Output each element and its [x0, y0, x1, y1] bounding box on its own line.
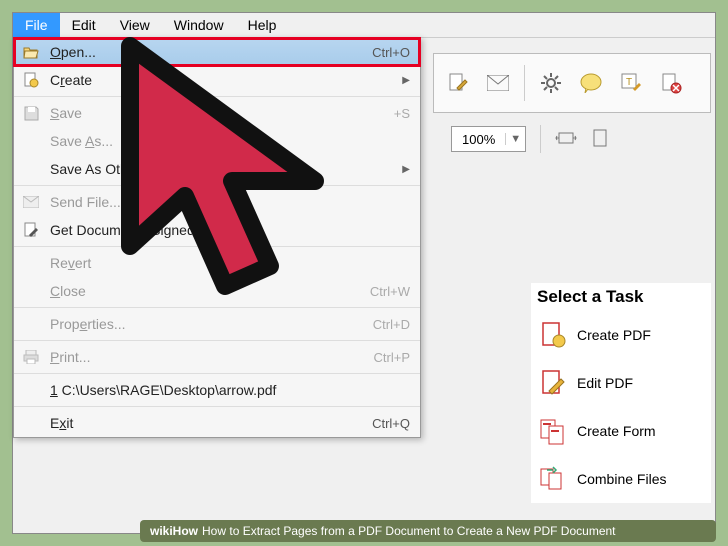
combine-files-icon: [539, 465, 567, 493]
menuitem-getsigned-label: Get Documents Signed...: [50, 222, 410, 238]
menu-file[interactable]: File: [13, 13, 60, 37]
menu-edit[interactable]: Edit: [60, 13, 108, 37]
menuitem-getsigned[interactable]: Get Documents Signed...: [14, 216, 420, 244]
menuitem-saveother-label: Save As Other...: [50, 161, 402, 177]
toolbar-comment-icon[interactable]: [577, 69, 605, 97]
menuitem-saveas-label: Save As...: [50, 133, 410, 149]
create-pdf-icon: [22, 72, 40, 88]
menuitem-open[interactable]: Open... Ctrl+O: [14, 38, 420, 66]
zoom-control[interactable]: 100% ▼: [451, 126, 526, 152]
toolbar-settings-icon[interactable]: [537, 69, 565, 97]
task-edit-pdf-label: Edit PDF: [577, 375, 633, 391]
credit-banner: wikiHow How to Extract Pages from a PDF …: [140, 520, 716, 542]
toolbar-fit-page-icon[interactable]: [591, 127, 609, 152]
printer-icon: [22, 349, 40, 365]
menu-help[interactable]: Help: [236, 13, 289, 37]
credit-text: How to Extract Pages from a PDF Document…: [202, 524, 615, 538]
task-combine-files[interactable]: Combine Files: [531, 455, 711, 503]
task-panel-header: Select a Task: [531, 283, 711, 311]
menuitem-exit[interactable]: Exit Ctrl+Q: [14, 409, 420, 437]
menuitem-exit-shortcut: Ctrl+Q: [372, 416, 410, 431]
menuitem-sendfile: Send File...: [14, 188, 420, 216]
save-icon: [22, 105, 40, 121]
edit-pdf-icon: [539, 369, 567, 397]
menu-window[interactable]: Window: [162, 13, 236, 37]
menuitem-properties: Properties... Ctrl+D: [14, 310, 420, 338]
menuitem-save: Save +S: [14, 99, 420, 127]
submenu-arrow-icon: ▶: [402, 164, 410, 175]
create-pdf-icon: [539, 321, 567, 349]
menubar: File Edit View Window Help: [13, 13, 715, 38]
menuitem-close-shortcut: Ctrl+W: [370, 284, 410, 299]
menuitem-save-shortcut: +S: [394, 106, 410, 121]
menuitem-print-shortcut: Ctrl+P: [374, 350, 410, 365]
task-create-pdf[interactable]: Create PDF: [531, 311, 711, 359]
task-create-form-label: Create Form: [577, 423, 656, 439]
sign-icon: [22, 222, 40, 238]
secondary-toolbar: 100% ▼: [433, 117, 711, 161]
menuitem-exit-label: Exit: [50, 415, 372, 431]
task-panel: Select a Task Create PDF Edit PDF Create…: [531, 283, 711, 503]
menuitem-properties-shortcut: Ctrl+D: [373, 317, 410, 332]
chevron-down-icon[interactable]: ▼: [505, 133, 525, 145]
menuitem-open-label: Open...: [50, 44, 372, 60]
main-toolbar: T: [433, 53, 711, 113]
zoom-value: 100%: [452, 132, 505, 147]
toolbar-edit-doc-icon[interactable]: [444, 69, 472, 97]
file-dropdown: Open... Ctrl+O Create ▶ Save +S Save As.…: [13, 37, 421, 438]
app-window: File Edit View Window Help Open... Ctrl+…: [12, 12, 716, 534]
menuitem-recent-1-label: 1 C:\Users\RAGE\Desktop\arrow.pdf: [50, 382, 410, 398]
menuitem-print: Print... Ctrl+P: [14, 343, 420, 371]
submenu-arrow-icon: ▶: [402, 75, 410, 86]
menuitem-revert-label: Revert: [50, 255, 410, 271]
menuitem-close-label: Close: [50, 283, 370, 299]
task-edit-pdf[interactable]: Edit PDF: [531, 359, 711, 407]
toolbar-mail-icon[interactable]: [484, 69, 512, 97]
menuitem-saveas: Save As...: [14, 127, 420, 155]
menuitem-create-label: Create: [50, 72, 402, 88]
menuitem-sendfile-label: Send File...: [50, 194, 410, 210]
toolbar-delete-page-icon[interactable]: [657, 69, 685, 97]
menuitem-close: Close Ctrl+W: [14, 277, 420, 305]
task-create-pdf-label: Create PDF: [577, 327, 651, 343]
menuitem-revert: Revert: [14, 249, 420, 277]
toolbar-fit-width-icon[interactable]: [555, 128, 577, 151]
task-create-form[interactable]: Create Form: [531, 407, 711, 455]
menuitem-saveother[interactable]: Save As Other... ▶: [14, 155, 420, 183]
toolbar-text-edit-icon[interactable]: T: [617, 69, 645, 97]
menuitem-save-label: Save: [50, 105, 394, 121]
task-combine-files-label: Combine Files: [577, 471, 666, 487]
credit-prefix: wikiHow: [150, 524, 198, 538]
folder-open-icon: [22, 44, 40, 60]
menuitem-print-label: Print...: [50, 349, 374, 365]
menuitem-create[interactable]: Create ▶: [14, 66, 420, 94]
create-form-icon: [539, 417, 567, 445]
svg-text:T: T: [626, 77, 632, 88]
menuitem-properties-label: Properties...: [50, 316, 373, 332]
menuitem-recent-1[interactable]: 1 C:\Users\RAGE\Desktop\arrow.pdf: [14, 376, 420, 404]
menu-view[interactable]: View: [108, 13, 162, 37]
envelope-icon: [22, 194, 40, 210]
menuitem-open-shortcut: Ctrl+O: [372, 45, 410, 60]
